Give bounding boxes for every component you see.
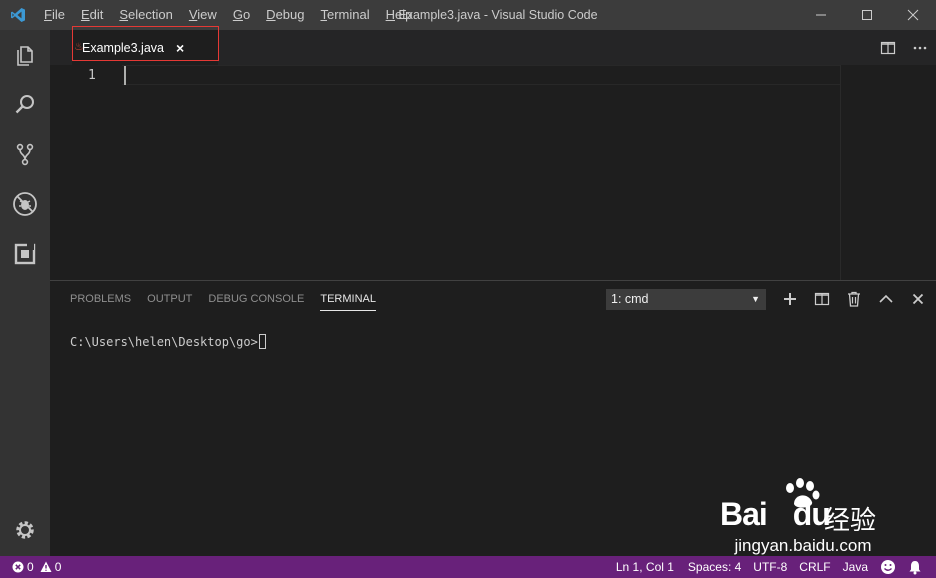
ellipsis-icon [913, 46, 927, 49]
indentation[interactable]: Spaces: 4 [682, 556, 747, 578]
terminal-cursor [258, 334, 266, 349]
trash-icon [848, 291, 860, 307]
warning-icon [40, 561, 52, 572]
code-editor[interactable]: 1 [50, 65, 936, 280]
error-count: 0 [27, 560, 34, 574]
search-icon [15, 95, 34, 114]
close-window-button[interactable] [890, 0, 936, 30]
window-controls [798, 0, 936, 30]
menu-file[interactable]: File [36, 0, 73, 30]
debug-button[interactable] [0, 180, 50, 228]
end-of-line[interactable]: CRLF [793, 556, 836, 578]
tab-output[interactable]: OUTPUT [139, 281, 200, 317]
panel-tabs: PROBLEMS OUTPUT DEBUG CONSOLE TERMINAL [62, 281, 384, 317]
debug-icon [13, 192, 37, 216]
menu-bar: File Edit Selection View Go Debug Termin… [36, 0, 420, 30]
title-bar: File Edit Selection View Go Debug Termin… [0, 0, 936, 30]
more-actions-button[interactable] [904, 30, 936, 65]
editor-actions [872, 30, 936, 65]
status-right: Ln 1, Col 1 Spaces: 4 UTF-8 CRLF Java [610, 556, 928, 578]
extensions-icon [14, 243, 36, 265]
menu-view[interactable]: View [181, 0, 225, 30]
problems-status[interactable]: 0 0 [8, 556, 67, 578]
gear-icon [16, 521, 34, 539]
kill-terminal-button[interactable] [838, 283, 870, 315]
files-icon [17, 46, 33, 66]
error-icon [12, 561, 24, 573]
status-bar: 0 0 Ln 1, Col 1 Spaces: 4 UTF-8 CRLF Jav… [0, 556, 936, 578]
editor-tabs-bar: ♨ Example3.java × [50, 30, 936, 65]
close-tab-icon[interactable]: × [176, 40, 184, 56]
tab-terminal[interactable]: TERMINAL [312, 281, 384, 317]
close-panel-button[interactable] [902, 283, 934, 315]
terminal-prompt: C:\Users\helen\Desktop\go> [70, 334, 258, 349]
panel-actions [774, 283, 934, 315]
status-left: 0 0 [8, 556, 67, 578]
menu-go[interactable]: Go [225, 0, 258, 30]
terminal-select-value: 1: cmd [611, 292, 649, 306]
maximize-panel-button[interactable] [870, 283, 902, 315]
menu-help[interactable]: Help [378, 0, 421, 30]
tab-debug-console[interactable]: DEBUG CONSOLE [200, 281, 312, 317]
java-icon: ♨ [74, 41, 84, 53]
menu-edit[interactable]: Edit [73, 0, 111, 30]
activity-bar [0, 30, 50, 556]
minimap-divider [840, 65, 841, 280]
menu-terminal[interactable]: Terminal [312, 0, 377, 30]
extensions-button[interactable] [0, 230, 50, 278]
split-terminal-button[interactable] [806, 283, 838, 315]
menu-selection[interactable]: Selection [111, 0, 180, 30]
search-button[interactable] [0, 80, 50, 128]
bottom-panel: PROBLEMS OUTPUT DEBUG CONSOLE TERMINAL 1… [50, 280, 936, 556]
menu-debug[interactable]: Debug [258, 0, 312, 30]
cursor-position[interactable]: Ln 1, Col 1 [610, 556, 680, 578]
tab-problems[interactable]: PROBLEMS [62, 281, 139, 317]
explorer-button[interactable] [0, 31, 50, 79]
feedback-button[interactable] [874, 559, 902, 575]
chevron-up-icon [879, 294, 893, 303]
tab-label: Example3.java [82, 40, 164, 55]
warning-count: 0 [54, 560, 62, 574]
current-line-highlight [122, 65, 840, 85]
minimize-icon [816, 14, 826, 16]
smiley-icon [881, 560, 895, 574]
terminal-select[interactable]: 1: cmd ▼ [606, 289, 766, 310]
vscode-logo-icon [0, 0, 36, 30]
maximize-icon [862, 10, 872, 20]
maximize-button[interactable] [844, 0, 890, 30]
close-icon [912, 293, 924, 305]
encoding[interactable]: UTF-8 [747, 556, 793, 578]
split-terminal-icon [814, 292, 830, 306]
source-control-icon [16, 143, 34, 166]
language-mode[interactable]: Java [837, 556, 874, 578]
settings-button[interactable] [0, 506, 50, 554]
source-control-button[interactable] [0, 130, 50, 178]
tab-example3-java[interactable]: ♨ Example3.java × [72, 30, 218, 65]
close-icon [907, 9, 919, 21]
minimize-button[interactable] [798, 0, 844, 30]
dropdown-caret-icon: ▼ [751, 294, 760, 304]
split-editor-icon [880, 41, 896, 54]
terminal-output[interactable]: C:\Users\helen\Desktop\go> [70, 334, 266, 349]
plus-icon [784, 293, 796, 305]
text-cursor [124, 66, 126, 85]
new-terminal-button[interactable] [774, 283, 806, 315]
bell-icon [909, 560, 921, 574]
line-number: 1 [88, 68, 96, 83]
notifications-button[interactable] [902, 560, 928, 575]
split-editor-button[interactable] [872, 30, 904, 65]
